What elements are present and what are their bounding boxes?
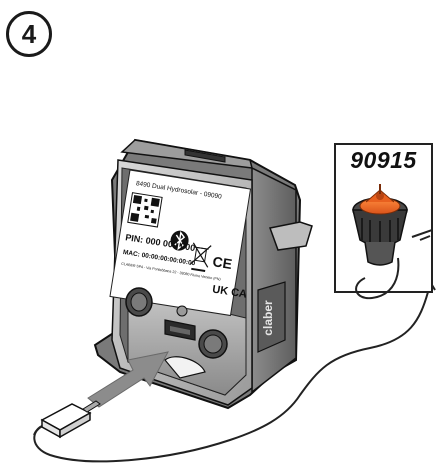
right-knob bbox=[198, 329, 228, 359]
center-screw bbox=[176, 305, 188, 317]
illustration: claber 8490 Dual Hydrosolar - 09090 PIN:… bbox=[33, 138, 436, 463]
assembly-diagram: 4 90915 claber 8490 Dual Hydrosolar - 09… bbox=[0, 0, 436, 472]
sensor-probe-icon bbox=[352, 184, 433, 300]
brand-logo: claber bbox=[261, 300, 275, 336]
usb-plug-icon bbox=[33, 400, 101, 439]
left-knob bbox=[125, 287, 153, 317]
controller-device: claber 8490 Dual Hydrosolar - 09090 PIN:… bbox=[93, 138, 313, 410]
qr-code-icon bbox=[127, 192, 163, 228]
label-ce-mark: CE bbox=[212, 253, 234, 272]
